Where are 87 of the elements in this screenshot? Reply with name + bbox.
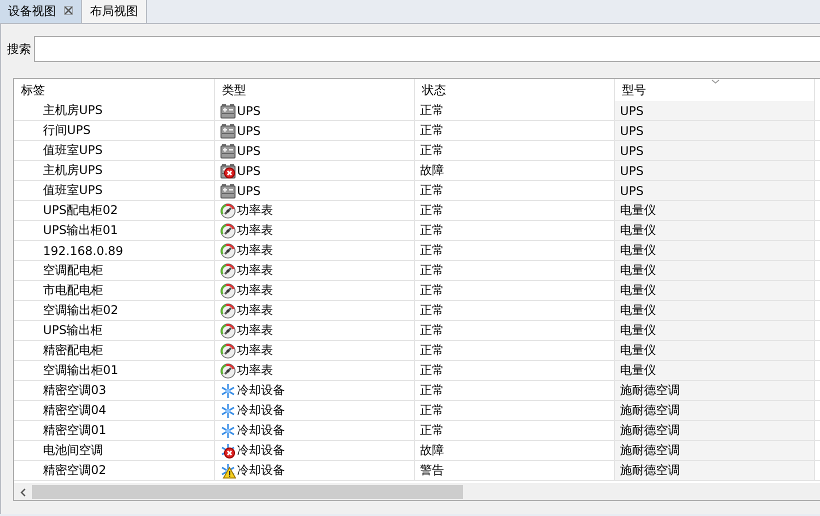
table-cell: 192.168.0.89 — [14, 241, 215, 261]
table-cell: 正常 — [415, 301, 615, 321]
table-cell: 主机房UPS — [14, 101, 215, 121]
table-cell: 冷却设备 — [237, 462, 285, 479]
column-header[interactable]: 型号 — [622, 82, 646, 98]
table-cell: 施耐德空调 — [615, 381, 815, 401]
search-field[interactable] — [34, 36, 820, 62]
table-cell: 值班室UPS — [14, 181, 215, 201]
table-cell: 正常 — [415, 141, 615, 161]
column-header[interactable]: 标签 — [21, 82, 45, 98]
table-cell: 正常 — [415, 401, 615, 421]
table-cell: UPS — [237, 104, 261, 118]
table-cell: UPS输出柜 — [14, 321, 215, 341]
table-cell: 正常 — [415, 341, 615, 361]
table-cell: 故障 — [415, 441, 615, 461]
table-cell: 电量仪 — [615, 361, 815, 381]
scrollbar-thumb[interactable] — [32, 485, 463, 499]
close-icon[interactable] — [64, 5, 73, 18]
table-cell: 电量仪 — [615, 341, 815, 361]
table-cell: 行间UPS — [14, 121, 215, 141]
table-cell: UPS — [615, 121, 815, 141]
table-cell: 电量仪 — [615, 261, 815, 281]
table-cell: 功率表 — [237, 242, 273, 259]
table-cell: 精密空调04 — [14, 401, 215, 421]
table-cell: UPS — [615, 181, 815, 201]
table-cell: 市电配电柜 — [14, 281, 215, 301]
table-cell: 正常 — [415, 121, 615, 141]
table-cell: 正常 — [415, 321, 615, 341]
table-cell: 电量仪 — [615, 281, 815, 301]
table-cell: 正常 — [415, 221, 615, 241]
table-cell: 警告 — [415, 461, 615, 481]
table-cell: UPS — [237, 144, 261, 158]
table-cell: 功率表 — [237, 342, 273, 359]
table-cell: 施耐德空调 — [615, 421, 815, 441]
table-cell: 电量仪 — [615, 301, 815, 321]
table-cell: UPS配电柜02 — [14, 201, 215, 221]
table-cell: 空调配电柜 — [14, 261, 215, 281]
sort-caret-icon — [711, 79, 720, 84]
table-cell: 正常 — [415, 381, 615, 401]
table-cell: 功率表 — [237, 202, 273, 219]
tab[interactable]: 布局视图 — [82, 0, 147, 23]
table-cell: 电量仪 — [615, 221, 815, 241]
table-cell: 施耐德空调 — [615, 461, 815, 481]
table-cell: 施耐德空调 — [615, 401, 815, 421]
table-cell: 正常 — [415, 421, 615, 441]
table-cell: 精密空调02 — [14, 461, 215, 481]
table-cell: 正常 — [415, 181, 615, 201]
column-header[interactable]: 状态 — [422, 82, 446, 98]
table-cell: UPS — [237, 164, 261, 178]
column-header[interactable]: 类型 — [222, 82, 246, 98]
table-cell: 功率表 — [237, 322, 273, 339]
table-cell: UPS — [237, 124, 261, 138]
table-cell: 施耐德空调 — [615, 441, 815, 461]
table-cell: 精密空调01 — [14, 421, 215, 441]
table-cell: 正常 — [415, 201, 615, 221]
table-cell: 空调输出柜01 — [14, 361, 215, 381]
table-cell: 正常 — [415, 361, 615, 381]
table-cell: 功率表 — [237, 262, 273, 279]
table-cell: 功率表 — [237, 222, 273, 239]
table-cell: UPS — [615, 161, 815, 181]
table-cell: UPS — [615, 141, 815, 161]
table-cell: 主机房UPS — [14, 161, 215, 181]
search-label: 搜索 — [7, 40, 31, 58]
table-cell: 功率表 — [237, 282, 273, 299]
table-cell: UPS — [615, 101, 815, 121]
table-cell: 精密空调03 — [14, 381, 215, 401]
tab[interactable]: 设备视图 — [0, 0, 82, 23]
table-cell: UPS — [237, 184, 261, 198]
table-cell: 正常 — [415, 101, 615, 121]
table-cell: 电量仪 — [615, 201, 815, 221]
table-cell: UPS输出柜01 — [14, 221, 215, 241]
table-cell: 值班室UPS — [14, 141, 215, 161]
table-cell: 正常 — [415, 241, 615, 261]
table-cell: 冷却设备 — [237, 442, 285, 459]
table-cell: 冷却设备 — [237, 402, 285, 419]
table-cell: 电量仪 — [615, 241, 815, 261]
table-cell: 电池间空调 — [14, 441, 215, 461]
table-cell: 电量仪 — [615, 321, 815, 341]
table-cell: 冷却设备 — [237, 422, 285, 439]
table-cell: 功率表 — [237, 362, 273, 379]
table-cell: 功率表 — [237, 302, 273, 319]
table-cell: 正常 — [415, 261, 615, 281]
table-cell: 精密配电柜 — [14, 341, 215, 361]
table-cell: 正常 — [415, 281, 615, 301]
table-cell: 冷却设备 — [237, 382, 285, 399]
table-cell: 故障 — [415, 161, 615, 181]
table-cell: 空调输出柜02 — [14, 301, 215, 321]
